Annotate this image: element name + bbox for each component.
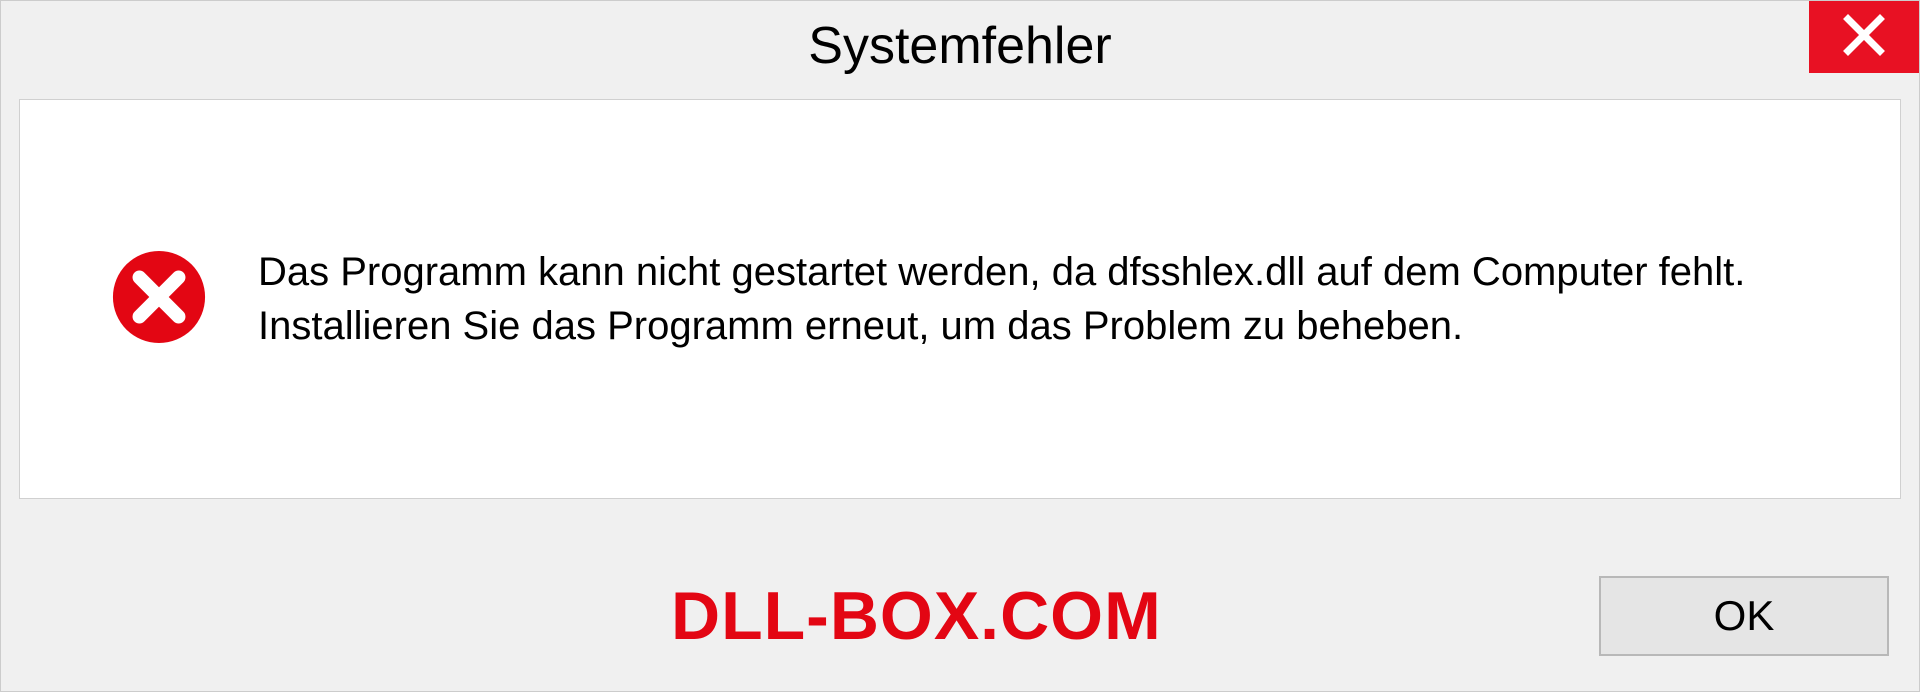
content-area: Das Programm kann nicht gestartet werden… bbox=[19, 99, 1901, 499]
error-icon bbox=[110, 248, 208, 351]
dialog-footer: DLL-BOX.COM OK bbox=[31, 561, 1889, 671]
error-dialog: Systemfehler Das Programm kann nicht ges… bbox=[0, 0, 1920, 692]
dialog-title: Systemfehler bbox=[808, 16, 1111, 76]
close-button[interactable] bbox=[1809, 1, 1919, 73]
close-icon bbox=[1842, 13, 1886, 62]
ok-button[interactable]: OK bbox=[1599, 576, 1889, 656]
title-bar: Systemfehler bbox=[1, 1, 1919, 91]
error-message: Das Programm kann nicht gestartet werden… bbox=[258, 245, 1778, 353]
watermark-text: DLL-BOX.COM bbox=[671, 577, 1162, 655]
